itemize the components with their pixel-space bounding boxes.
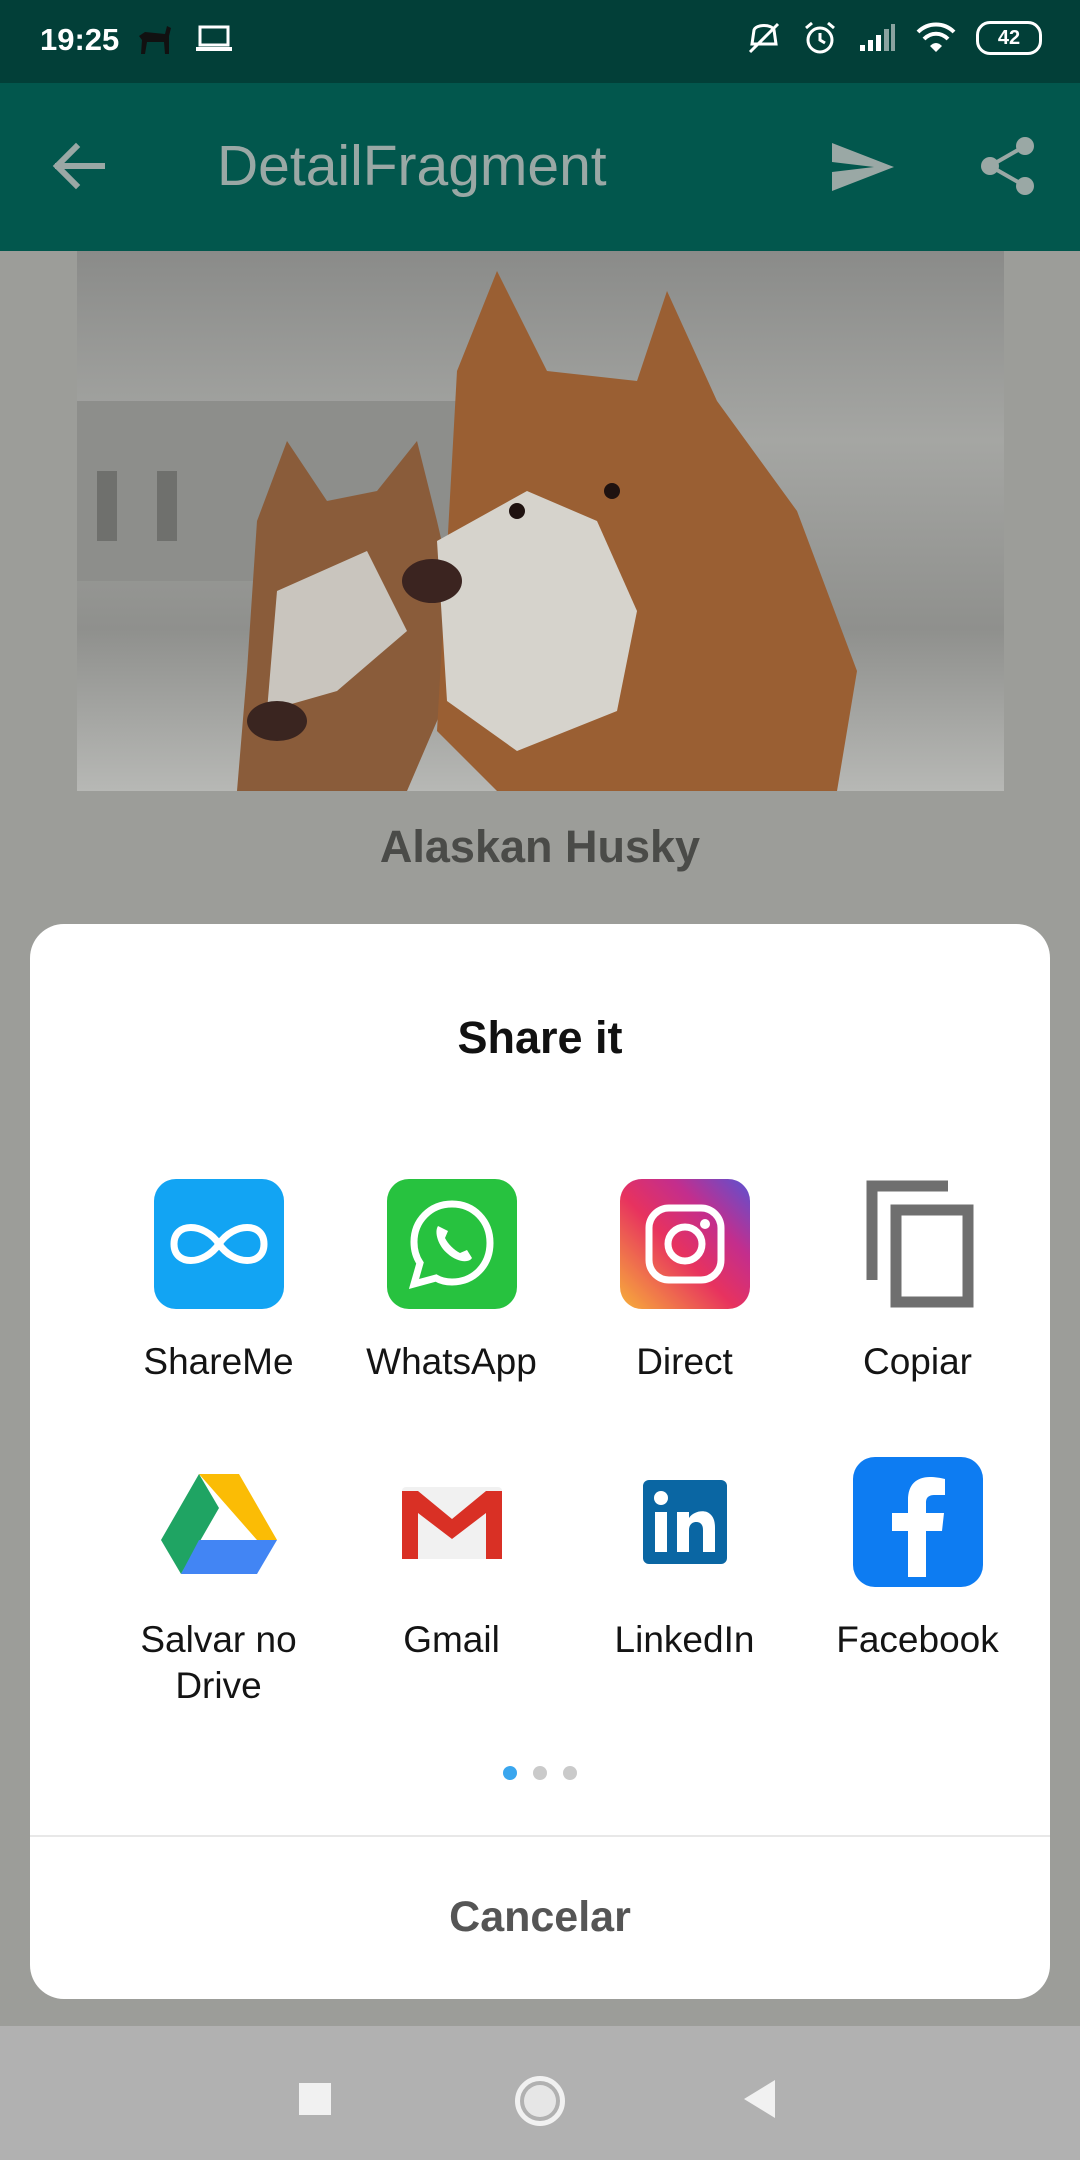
page-title: DetailFragment	[217, 134, 607, 198]
share-target-shareme[interactable]: ShareMe	[102, 1179, 335, 1385]
battery-level: 42	[997, 26, 1021, 49]
vibrate-off-icon	[748, 22, 780, 54]
share-target-gmail[interactable]: Gmail	[335, 1457, 568, 1663]
shareme-icon	[153, 1179, 284, 1309]
signal-icon	[860, 24, 895, 51]
app-label: WhatsApp	[366, 1341, 537, 1382]
cancel-button[interactable]: Cancelar	[30, 1835, 1050, 1999]
app-label: Copiar	[863, 1341, 972, 1382]
status-bar: 19:25 42	[0, 0, 1080, 83]
navigation-bar	[0, 2026, 1080, 2160]
copy-icon	[853, 1179, 983, 1309]
back-arrow-icon[interactable]	[52, 141, 106, 191]
google-drive-icon	[154, 1457, 284, 1587]
page-indicator	[30, 1766, 1050, 1780]
send-icon[interactable]	[830, 139, 896, 195]
share-target-direct[interactable]: Direct	[568, 1179, 801, 1385]
dog-name: Alaskan Husky	[379, 821, 701, 872]
wifi-icon	[916, 22, 956, 52]
app-label: Gmail	[403, 1619, 500, 1660]
linkedin-icon	[620, 1457, 750, 1587]
dog-photo	[77, 251, 1004, 791]
back-button[interactable]	[744, 2080, 775, 2118]
app-label: ShareMe	[143, 1341, 294, 1382]
alarm-icon	[805, 21, 835, 54]
app-bar: DetailFragment	[0, 83, 1080, 251]
share-target-whatsapp[interactable]: WhatsApp	[335, 1179, 568, 1385]
page-dot[interactable]	[533, 1766, 547, 1780]
laptop-icon	[196, 25, 232, 51]
share-target-copy[interactable]: Copiar	[801, 1179, 1034, 1385]
app-label: Salvar no Drive	[140, 1619, 297, 1706]
app-label: Direct	[636, 1341, 733, 1382]
share-icon[interactable]	[978, 135, 1038, 197]
facebook-icon	[852, 1457, 983, 1587]
page-dot[interactable]	[563, 1766, 577, 1780]
dog-notification-icon	[139, 26, 171, 54]
share-sheet: Share it ShareMe WhatsApp Direct Copiar …	[30, 924, 1050, 1999]
app-label: Facebook	[836, 1619, 999, 1660]
share-target-facebook[interactable]: Facebook	[801, 1457, 1034, 1663]
share-target-drive[interactable]: Salvar no Drive	[102, 1457, 335, 1709]
recents-button[interactable]	[299, 2083, 331, 2115]
instagram-icon	[619, 1179, 750, 1309]
whatsapp-icon	[386, 1179, 517, 1309]
share-sheet-title: Share it	[457, 1012, 623, 1063]
status-time: 19:25	[40, 22, 120, 57]
page-dot-active[interactable]	[503, 1766, 517, 1780]
share-target-linkedin[interactable]: LinkedIn	[568, 1457, 801, 1663]
app-label: LinkedIn	[614, 1619, 755, 1660]
gmail-icon	[387, 1457, 517, 1587]
battery-icon: 42	[976, 21, 1042, 55]
home-button[interactable]	[515, 2076, 565, 2126]
